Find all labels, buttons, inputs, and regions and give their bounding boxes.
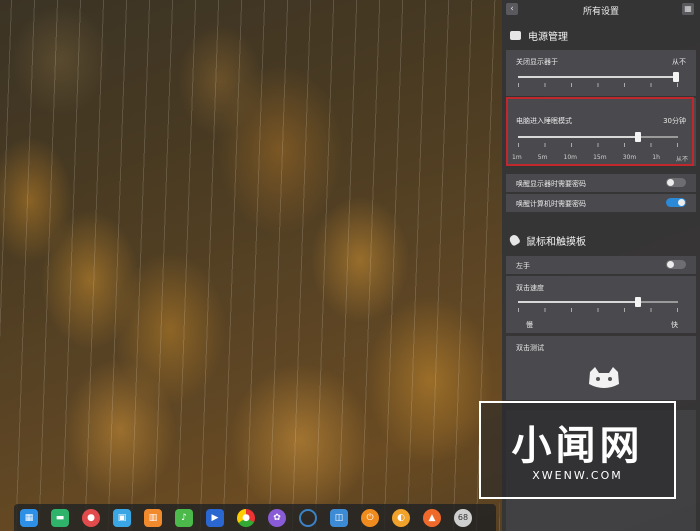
settings-icon[interactable]: ✿ xyxy=(268,508,286,527)
double-click-test-card: 双击测试 xyxy=(506,336,696,400)
launcher-icon[interactable]: ▦ xyxy=(20,508,38,527)
slider-ticks xyxy=(518,308,678,312)
double-click-speed-slider[interactable] xyxy=(518,297,678,307)
mouse-icon xyxy=(508,233,521,247)
wake-display-row: 唤醒显示器时需要密码 xyxy=(506,174,696,192)
slow-label: 慢 xyxy=(526,321,533,329)
screen-record-icon[interactable]: ● xyxy=(82,508,100,527)
wake-display-toggle[interactable] xyxy=(666,178,686,187)
watermark-logo: 小闻网 xyxy=(511,423,644,469)
slider-thumb[interactable] xyxy=(635,297,641,307)
grid-icon[interactable]: ▦ xyxy=(682,3,694,15)
highlight-box xyxy=(506,97,694,166)
archive-manager-icon[interactable]: ▥ xyxy=(144,508,162,527)
trash-badge: 68 xyxy=(457,513,469,522)
slider-thumb[interactable] xyxy=(673,72,679,82)
browser-icon[interactable]: ◐ xyxy=(392,508,410,527)
double-click-speed-label: 双击速度 xyxy=(516,284,544,292)
watermark: 小闻网 XWENW.COM xyxy=(479,401,676,499)
power-section-header: 电源管理 xyxy=(510,27,568,43)
trash-icon[interactable]: 68 xyxy=(454,508,472,527)
power-icon[interactable]: ⏻ xyxy=(361,508,379,527)
movie-icon[interactable]: ▶ xyxy=(206,508,224,527)
mouse-section-title: 鼠标和触摸板 xyxy=(526,236,586,248)
left-hand-label: 左手 xyxy=(516,262,530,270)
wake-computer-row: 唤醒计算机时需要密码 xyxy=(506,194,696,212)
dock: ▦ ▬ ● ▣ ▥ ♪ ▶ ● ✿ ◫ ⏻ ◐ ▲ 68 xyxy=(14,504,496,531)
file-manager-icon[interactable]: ▬ xyxy=(51,508,69,527)
double-click-speed-card: 双击速度 慢 快 xyxy=(506,276,696,333)
loading-icon[interactable] xyxy=(299,508,317,527)
downloader-icon[interactable]: ▲ xyxy=(423,508,441,527)
wake-display-label: 唤醒显示器时需要密码 xyxy=(516,180,586,188)
display-off-value: 从不 xyxy=(672,58,686,66)
music-icon[interactable]: ♪ xyxy=(175,508,193,527)
watermark-url: XWENW.COM xyxy=(532,469,623,482)
cat-face-icon[interactable] xyxy=(586,366,622,390)
left-hand-row: 左手 xyxy=(506,256,696,274)
display-off-label: 关闭显示器于 xyxy=(516,58,558,66)
slider-ticks xyxy=(518,83,678,87)
panel-header: ‹ 所有设置 ▦ xyxy=(502,0,700,20)
battery-icon xyxy=(510,30,521,40)
mouse-section-header: 鼠标和触摸板 xyxy=(508,232,586,248)
fast-label: 快 xyxy=(671,321,678,329)
power-section-title: 电源管理 xyxy=(528,31,568,43)
double-click-test-label: 双击测试 xyxy=(516,344,544,352)
wallpaper-trees xyxy=(0,0,500,531)
display-off-card: 关闭显示器于 从不 xyxy=(506,50,696,96)
display-off-slider[interactable] xyxy=(518,72,679,82)
system-monitor-icon[interactable]: ◫ xyxy=(330,508,348,527)
left-hand-toggle[interactable] xyxy=(666,260,686,269)
app-store-icon[interactable]: ▣ xyxy=(113,508,131,527)
wake-computer-label: 唤醒计算机时需要密码 xyxy=(516,200,586,208)
chrome-icon[interactable]: ● xyxy=(237,508,255,527)
wake-computer-toggle[interactable] xyxy=(666,198,686,207)
panel-title: 所有设置 xyxy=(582,7,619,17)
